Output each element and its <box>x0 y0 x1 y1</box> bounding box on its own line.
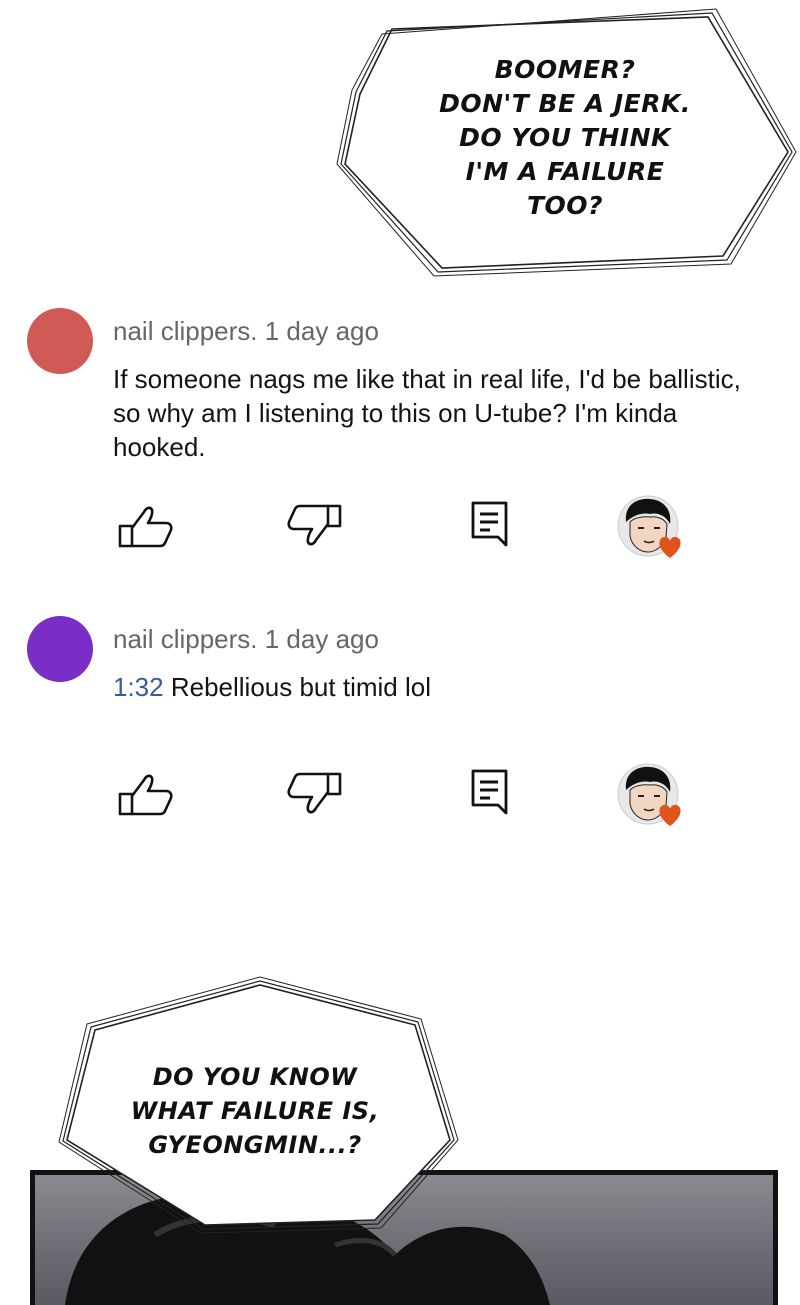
comment-actions <box>0 492 800 572</box>
speech-bubble-top: BOOMER? DON'T BE A JERK. DO YOU THINK I'… <box>336 8 797 277</box>
bubble-line: DO YOU THINK <box>459 123 671 152</box>
comment-text-wrap: 1:32 Rebellious but timid lol <box>113 670 773 704</box>
comment-text: If someone nags me like that in real lif… <box>113 364 741 462</box>
avatar[interactable] <box>27 308 93 374</box>
comment-time: 1 day ago <box>264 316 379 346</box>
comment-time: 1 day ago <box>264 624 379 654</box>
comment-author[interactable]: nail clippers. <box>113 316 258 346</box>
reply-icon[interactable] <box>470 500 510 550</box>
creator-heart-avatar[interactable] <box>616 494 686 564</box>
avatar[interactable] <box>27 616 93 682</box>
timestamp-link[interactable]: 1:32 <box>113 672 164 702</box>
speech-bubble-bottom: DO YOU KNOW WHAT FAILURE IS, GYEONGMIN..… <box>55 976 459 1234</box>
bubble-line: DON'T BE A JERK. <box>439 89 691 118</box>
comment-text: Rebellious but timid lol <box>170 672 431 702</box>
thumbs-up-icon[interactable] <box>116 502 176 550</box>
comment-meta: nail clippers. 1 day ago <box>113 316 379 347</box>
bubble-line: DO YOU KNOW <box>152 1063 358 1091</box>
comment-actions <box>0 760 800 840</box>
thumbs-down-icon[interactable] <box>284 770 344 818</box>
comment-1: nail clippers. 1 day ago If someone nags… <box>0 300 800 570</box>
bubble-line: WHAT FAILURE IS, <box>130 1097 380 1125</box>
comment-2: nail clippers. 1 day ago 1:32 Rebellious… <box>0 608 800 838</box>
bubble-line: I'M A FAILURE <box>465 157 665 186</box>
bubble-line: TOO? <box>526 191 604 220</box>
thumbs-down-icon[interactable] <box>284 502 344 550</box>
comment-meta: nail clippers. 1 day ago <box>113 624 379 655</box>
reply-icon[interactable] <box>470 768 510 818</box>
bubble-line: GYEONGMIN...? <box>148 1131 362 1159</box>
creator-heart-avatar[interactable] <box>616 762 686 832</box>
thumbs-up-icon[interactable] <box>116 770 176 818</box>
comment-author[interactable]: nail clippers. <box>113 624 258 654</box>
bubble-line: BOOMER? <box>494 55 636 84</box>
